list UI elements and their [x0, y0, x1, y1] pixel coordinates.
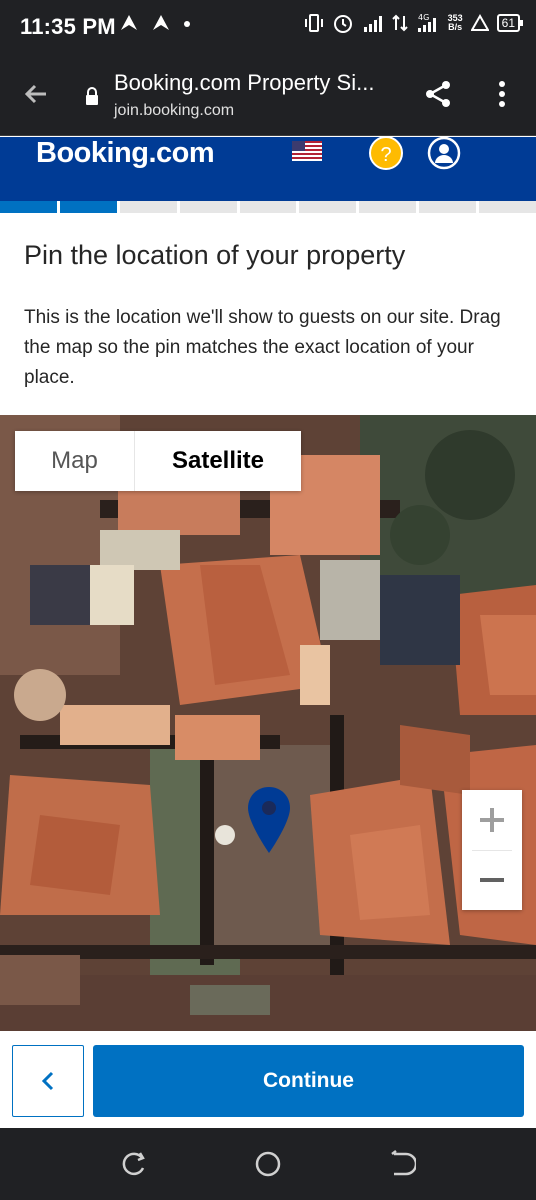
status-time: 11:35 PM	[20, 14, 116, 39]
zoom-in-button[interactable]	[462, 790, 522, 850]
alarm-icon	[333, 15, 352, 33]
status-notifications	[118, 12, 192, 34]
page-description: This is the location we'll show to guest…	[24, 307, 501, 388]
continue-button[interactable]: Continue	[93, 1045, 524, 1117]
back-arrow-icon[interactable]	[20, 78, 52, 110]
notification-icon	[153, 15, 169, 30]
4g-signal-icon: 4G	[417, 13, 436, 32]
signal-icon	[363, 16, 382, 32]
account-icon[interactable]	[427, 136, 461, 170]
progress-step	[0, 201, 60, 213]
data-arrows-icon	[391, 14, 408, 32]
location-pin-icon[interactable]	[246, 785, 292, 855]
booking-logo[interactable]: Booking.com	[36, 137, 215, 170]
status-indicators: 4G 353 B/s 61	[304, 12, 524, 34]
svg-text:4G: 4G	[418, 13, 429, 22]
system-nav-bar	[0, 1128, 536, 1200]
overflow-menu-icon[interactable]	[490, 78, 514, 110]
chevron-left-icon	[41, 1071, 54, 1091]
net-speed: 353 B/s	[448, 14, 463, 32]
page-heading: Pin the location of your property	[24, 240, 406, 270]
satellite-imagery[interactable]	[0, 415, 536, 1031]
progress-step	[479, 201, 536, 213]
warning-icon	[470, 13, 489, 31]
share-icon[interactable]	[422, 78, 454, 110]
booking-header: Booking.com ?	[0, 136, 536, 201]
lock-icon	[86, 87, 98, 105]
browser-toolbar: Booking.com Property Si... join.booking.…	[0, 56, 536, 136]
status-bar: 11:35 PM 4G 353 B/s 61	[0, 0, 536, 56]
progress-step	[120, 201, 180, 213]
progress-step	[299, 201, 360, 213]
minus-icon	[480, 878, 504, 882]
progress-step	[59, 201, 120, 213]
recent-apps-icon[interactable]	[120, 1150, 148, 1178]
help-icon[interactable]: ?	[369, 136, 403, 170]
zoom-control	[462, 790, 522, 910]
page-title[interactable]: Booking.com Property Si...	[114, 70, 374, 96]
us-flag-icon[interactable]	[292, 141, 322, 161]
progress-step	[240, 201, 300, 213]
map-type-map-button[interactable]: Map	[15, 431, 135, 491]
page-url[interactable]: join.booking.com	[114, 102, 234, 120]
notification-icon	[121, 15, 137, 30]
progress-step	[180, 201, 240, 213]
previous-button[interactable]	[12, 1045, 84, 1117]
satellite-map[interactable]: Map Satellite	[0, 415, 536, 1031]
dot-icon	[184, 21, 190, 27]
vibrate-icon	[304, 14, 323, 32]
back-icon[interactable]	[388, 1150, 416, 1178]
progress-step	[359, 201, 420, 213]
map-type-control: Map Satellite	[15, 431, 301, 491]
zoom-out-button[interactable]	[462, 850, 522, 910]
progress-bar	[0, 201, 536, 213]
bottom-action-bar: Continue	[0, 1031, 536, 1128]
net-speed-unit: B/s	[448, 22, 463, 32]
battery-icon: 61	[496, 14, 524, 32]
home-icon[interactable]	[254, 1150, 282, 1178]
plus-icon	[480, 808, 504, 832]
progress-step	[419, 201, 480, 213]
map-type-satellite-button[interactable]: Satellite	[135, 431, 301, 491]
